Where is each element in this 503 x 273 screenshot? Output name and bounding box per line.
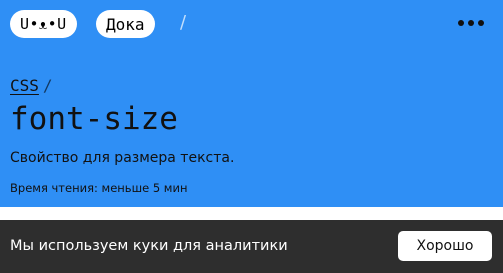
reading-time: Время чтения: меньше 5 мин: [10, 181, 188, 195]
breadcrumb: CSS /: [10, 76, 53, 95]
page-description: Свойство для размера текста.: [10, 150, 235, 166]
menu-dot: [458, 20, 464, 26]
header-separator: /: [180, 12, 187, 33]
article-header: U•ᴥ•U Дока / CSS / font-size Свойство для…: [0, 0, 503, 207]
breadcrumb-separator: /: [42, 76, 53, 95]
cookie-banner-text: Мы используем куки для аналитики: [10, 238, 288, 254]
cookie-banner: Мы используем куки для аналитики Хорошо: [0, 220, 503, 273]
page-title: font-size: [10, 101, 178, 137]
home-logo-link[interactable]: U•ᴥ•U: [10, 10, 77, 38]
menu-dot: [478, 20, 484, 26]
breadcrumb-css-link[interactable]: CSS: [10, 76, 39, 95]
more-horizontal-icon[interactable]: [458, 20, 484, 26]
cookie-accept-button[interactable]: Хорошо: [398, 231, 492, 261]
menu-dot: [468, 20, 474, 26]
site-name-link[interactable]: Дока: [96, 10, 155, 38]
